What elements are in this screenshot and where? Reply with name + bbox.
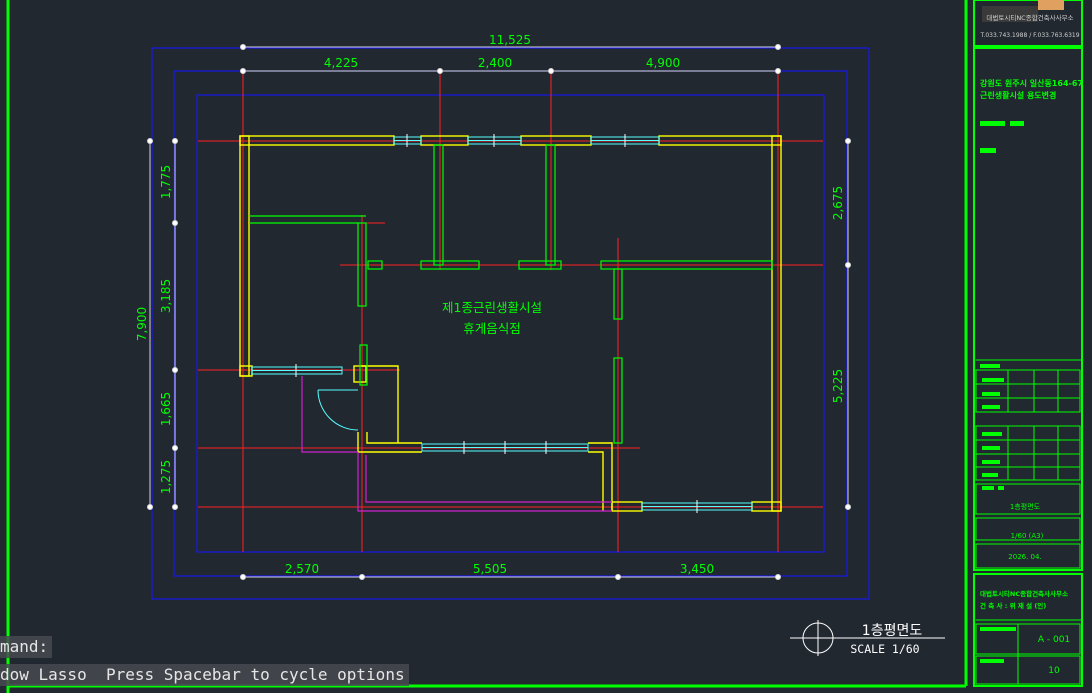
view-scale: SCALE 1/60 — [850, 642, 919, 656]
view-title-block: 1층평면도 SCALE 1/60 — [790, 620, 945, 656]
view-title: 1층평면도 — [862, 623, 923, 639]
dim-left-3: 1,665 — [159, 392, 173, 426]
dim-right-2: 5,225 — [831, 369, 845, 403]
logo-contact: T.033.743.1988 / F.033.763.6319 — [979, 32, 1079, 39]
command-line-label: mand: — [0, 636, 53, 658]
page-number: 10 — [1048, 666, 1060, 676]
project-name: 근린생활시설 용도변경 — [980, 90, 1056, 100]
dim-top-2: 2,400 — [478, 56, 512, 70]
dim-overall-width: 11,525 — [489, 33, 531, 47]
dim-bottom-1: 2,570 — [285, 562, 319, 576]
room-label-type: 휴게음식점 — [463, 321, 521, 336]
cad-drawing-canvas[interactable]: 11,525 4,225 2,400 4,900 2,570 5,505 3,4… — [0, 0, 1092, 693]
room-labels: 제1종근린생활시설 휴게음식점 — [442, 300, 542, 336]
sheet-number: A - 001 — [1038, 635, 1070, 645]
dim-left-overall: 7,900 — [135, 307, 149, 341]
dim-top-1: 4,225 — [324, 56, 358, 70]
sheet-date: 2026. 04. — [1008, 553, 1041, 561]
office-name: 대법토시티NC종합건축사사무소 — [980, 589, 1068, 598]
dim-top-3: 4,900 — [646, 56, 680, 70]
project-address: 강원도 원주시 일산동164-67 — [980, 78, 1083, 88]
title-block: 대법토시티NC종합건축사사무소 T.033.743.1988 / F.033.7… — [973, 0, 1083, 687]
command-line-prompt[interactable]: dow Lasso Press Spacebar to cycle option… — [0, 664, 409, 686]
sheet-scale: 1/60 (A3) — [1011, 532, 1044, 540]
room-label-use: 제1종근린생활시설 — [442, 300, 542, 315]
dim-bottom-3: 3,450 — [680, 562, 714, 576]
architect-name: 건 축 사 : 위 재 설 (인) — [980, 601, 1046, 610]
dim-bottom-2: 5,505 — [473, 562, 507, 576]
dim-left-2: 3,185 — [159, 279, 173, 313]
sheet-name: 1층평면도 — [1010, 502, 1041, 511]
dim-left-1: 1,775 — [159, 165, 173, 199]
dim-right-1: 2,675 — [831, 186, 845, 220]
logo-text: 대법토시티NC종합건축사사무소 — [986, 13, 1073, 22]
dim-left-4: 1,275 — [159, 460, 173, 494]
